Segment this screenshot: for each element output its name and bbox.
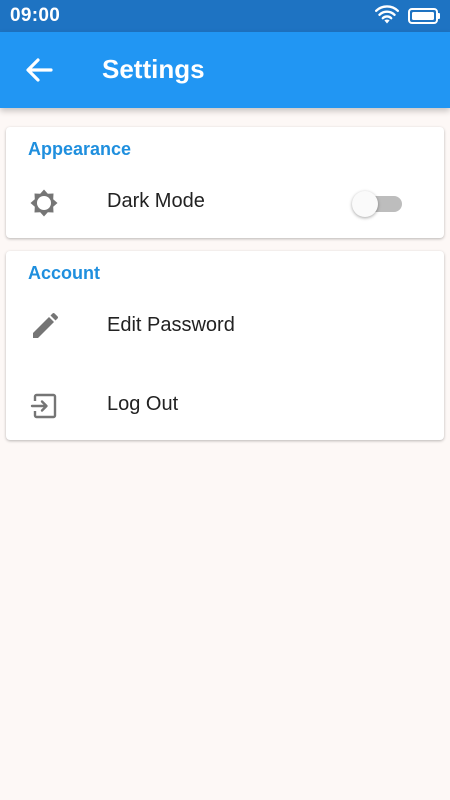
wifi-icon [375, 4, 399, 26]
section-title-appearance: Appearance [28, 139, 132, 159]
toggle-thumb [352, 191, 378, 217]
dark-mode-label: Dark Mode [107, 190, 205, 212]
log-out-row[interactable]: Log Out [6, 374, 444, 434]
logout-icon [28, 390, 60, 422]
account-card: Account Edit Password Log Out [6, 251, 444, 440]
appearance-card: Appearance Dark Mode [6, 127, 444, 238]
dark-mode-toggle[interactable] [352, 191, 406, 217]
page-title: Settings [102, 54, 205, 84]
edit-password-label: Edit Password [107, 314, 235, 336]
edit-password-row[interactable]: Edit Password [6, 295, 444, 355]
battery-icon [408, 8, 440, 24]
brightness-icon [28, 187, 60, 219]
app-bar: Settings [0, 32, 450, 108]
status-bar: 09:00 [0, 0, 450, 32]
dark-mode-row[interactable]: Dark Mode [6, 171, 444, 231]
section-title-account: Account [28, 263, 100, 283]
pencil-icon [28, 311, 60, 343]
log-out-label: Log Out [107, 393, 179, 415]
arrow-left-icon[interactable] [24, 56, 54, 84]
status-time: 09:00 [10, 5, 61, 26]
